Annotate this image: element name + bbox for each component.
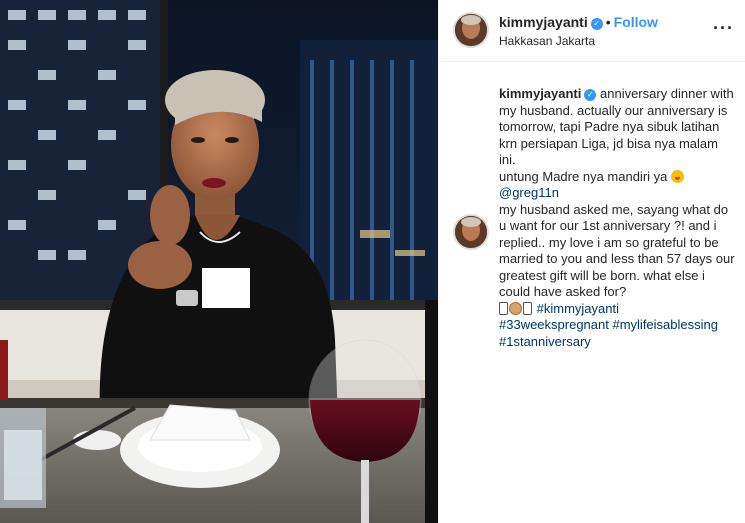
follow-button[interactable]: Follow — [614, 14, 658, 30]
caption-text-2: untung Madre nya mandiri ya — [499, 168, 668, 184]
post-sidebar: kimmyjayanti ✓ • Follow Hakkasan Jakarta ··… — [438, 0, 745, 523]
hashtag-link[interactable]: #1stanniversary — [499, 334, 591, 349]
avatar[interactable] — [453, 12, 489, 48]
caption-avatar[interactable] — [453, 214, 489, 250]
bottle-emoji-icon — [499, 301, 508, 315]
avatar-image — [455, 14, 487, 46]
caption-avatar-image — [455, 216, 487, 248]
caption-username-link[interactable]: kimmyjayanti — [499, 86, 581, 101]
caption-verified-badge-icon: ✓ — [584, 89, 597, 101]
post-header: kimmyjayanti ✓ • Follow Hakkasan Jakarta ··… — [439, 0, 745, 62]
separator-dot: • — [605, 14, 611, 30]
censor-box — [202, 268, 250, 308]
hashtag-link[interactable]: #33weekspregnant — [499, 317, 609, 332]
hashtag-link[interactable]: #kimmyjayanti — [537, 301, 619, 316]
header-user-line: kimmyjayanti ✓ • Follow — [499, 14, 658, 30]
hashtag-link[interactable]: #mylifeisablessing — [612, 317, 718, 332]
username-link[interactable]: kimmyjayanti — [499, 14, 588, 30]
mention-link[interactable]: @greg11n — [499, 185, 559, 200]
placeholder-emoji-icon — [523, 301, 532, 315]
post-photo[interactable] — [0, 0, 438, 523]
face-emoji-icon — [509, 301, 522, 315]
photo-scene — [0, 0, 438, 523]
post-caption: kimmyjayanti ✓ anniversary dinner with my… — [499, 86, 735, 350]
tongue-out-emoji-icon — [671, 169, 684, 183]
more-options-icon[interactable]: ··· — [713, 18, 734, 39]
caption-text-3: my husband asked me, sayang what do u wa… — [499, 201, 735, 300]
verified-badge-icon: ✓ — [590, 18, 603, 30]
location-link[interactable]: Hakkasan Jakarta — [499, 34, 595, 48]
